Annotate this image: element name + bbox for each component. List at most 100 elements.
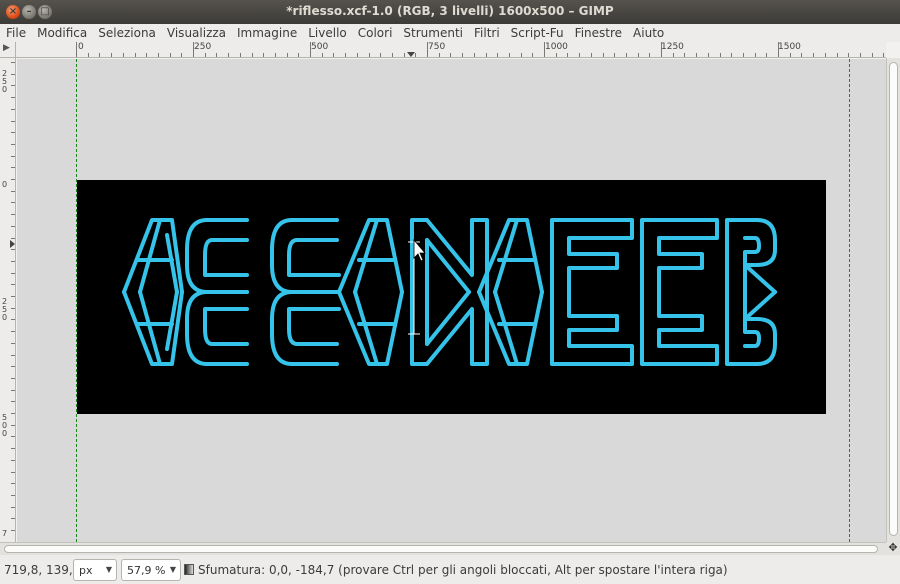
ruler-tick	[555, 53, 557, 57]
ruler-tick	[836, 53, 838, 57]
horizontal-scrollbar[interactable]	[0, 542, 886, 555]
pointer-coordinates: 719,8, 139,8	[4, 563, 81, 577]
vruler-label: 2 5 0	[2, 69, 8, 94]
menu-finestre[interactable]: Finestre	[575, 26, 622, 40]
ruler-tick	[11, 459, 15, 461]
ruler-tick	[778, 42, 779, 57]
ruler-tick	[707, 53, 709, 57]
menu-strumenti[interactable]: Strumenti	[403, 26, 463, 40]
ruler-tick	[415, 53, 417, 57]
status-message: Sfumatura: 0,0, -184,7 (provare Ctrl per…	[198, 563, 728, 577]
reflected-text-artwork	[122, 218, 777, 366]
ruler-tick	[122, 53, 124, 57]
ruler-tick	[450, 53, 452, 57]
navigate-icon: ✥	[888, 541, 898, 554]
ruler-tick	[719, 53, 721, 57]
ruler-tick	[321, 53, 323, 57]
status-bar: 719,8, 139,8 px ▼ 57,9 % ▼ Sfumatura: 0,…	[0, 555, 900, 584]
ruler-tick	[193, 42, 194, 57]
vruler-label: 7	[2, 529, 8, 538]
ruler-tick	[76, 42, 77, 57]
ruler-tick	[146, 53, 148, 57]
hruler-label: 1250	[661, 42, 684, 52]
unit-selector[interactable]: px ▼	[73, 559, 117, 581]
ruler-tick	[286, 53, 288, 57]
ruler-tick	[824, 53, 826, 57]
vruler-label: 0	[2, 180, 8, 189]
menu-file[interactable]: File	[6, 26, 26, 40]
menu-colori[interactable]: Colori	[358, 26, 393, 40]
ruler-tick	[766, 53, 768, 57]
ruler-tick	[157, 53, 159, 57]
pointer-position-marker	[10, 240, 15, 248]
ruler-tick	[11, 366, 15, 368]
ruler-tick	[333, 53, 335, 57]
ruler-tick	[661, 42, 662, 57]
ruler-tick	[11, 155, 15, 157]
ruler-tick	[216, 53, 218, 57]
ruler-tick	[239, 53, 241, 57]
image-layer[interactable]	[77, 180, 826, 414]
ruler-tick	[871, 53, 873, 57]
ruler-tick	[403, 53, 405, 57]
ruler-tick	[11, 518, 15, 520]
ruler-tick	[11, 85, 15, 87]
zoom-selector[interactable]: 57,9 % ▼	[121, 559, 181, 581]
ruler-tick	[11, 97, 15, 99]
ruler-tick	[11, 424, 15, 426]
ruler-tick	[11, 319, 15, 321]
image-menu-button[interactable]: ▶	[0, 42, 16, 58]
ruler-tick	[111, 53, 113, 57]
menu-immagine[interactable]: Immagine	[237, 26, 297, 40]
menu-visualizza[interactable]: Visualizza	[167, 26, 226, 40]
menu-modifica[interactable]: Modifica	[37, 26, 87, 40]
ruler-tick	[11, 120, 15, 122]
ruler-tick	[134, 53, 136, 57]
menu-seleziona[interactable]: Seleziona	[98, 26, 156, 40]
ruler-tick	[11, 179, 15, 180]
ruler-tick	[883, 53, 885, 57]
hruler-label: 1500	[778, 42, 801, 52]
menu-script-fu[interactable]: Script-Fu	[511, 26, 564, 40]
ruler-tick	[274, 53, 276, 57]
ruler-tick	[11, 377, 15, 379]
vertical-scroll-thumb[interactable]	[889, 62, 898, 536]
image-canvas[interactable]	[17, 59, 886, 542]
ruler-tick	[391, 53, 393, 57]
ruler-tick	[731, 53, 733, 57]
guide-line[interactable]	[849, 59, 850, 542]
ruler-tick	[345, 53, 347, 57]
hruler-label: 750	[428, 42, 446, 52]
ruler-tick	[11, 237, 15, 239]
ruler-tick	[11, 73, 15, 75]
ruler-tick	[649, 53, 651, 57]
navigate-button[interactable]: ✥	[886, 542, 900, 555]
ruler-tick	[368, 53, 370, 57]
menu-filtri[interactable]: Filtri	[474, 26, 500, 40]
ruler-tick	[742, 53, 744, 57]
menu-livello[interactable]: Livello	[308, 26, 347, 40]
ruler-tick	[438, 53, 440, 57]
unit-value: px	[79, 564, 93, 577]
vertical-scrollbar[interactable]	[886, 58, 900, 542]
ruler-tick	[11, 132, 15, 134]
ruler-tick	[11, 190, 15, 192]
ruler-tick	[310, 42, 311, 57]
ruler-tick	[263, 53, 265, 57]
ruler-tick	[11, 471, 15, 473]
ruler-tick	[520, 53, 522, 57]
ruler-tick	[11, 284, 15, 286]
horizontal-scroll-thumb[interactable]	[4, 545, 878, 553]
ruler-tick	[181, 53, 183, 57]
ruler-tick	[497, 53, 499, 57]
vruler-label: 2 5 0	[2, 297, 8, 322]
ruler-tick	[11, 143, 15, 145]
vertical-ruler[interactable]: 2 5 0 0 2 5 0 5 0 0 7	[0, 58, 16, 542]
play-icon: ▶	[3, 43, 10, 53]
menu-aiuto[interactable]: Aiuto	[633, 26, 664, 40]
horizontal-ruler[interactable]: 0 250 500 750 1000 1250 1500	[16, 42, 886, 58]
ruler-tick	[801, 53, 803, 57]
chevron-down-icon: ▼	[169, 565, 176, 574]
ruler-tick	[848, 53, 850, 57]
ruler-tick	[380, 53, 382, 57]
